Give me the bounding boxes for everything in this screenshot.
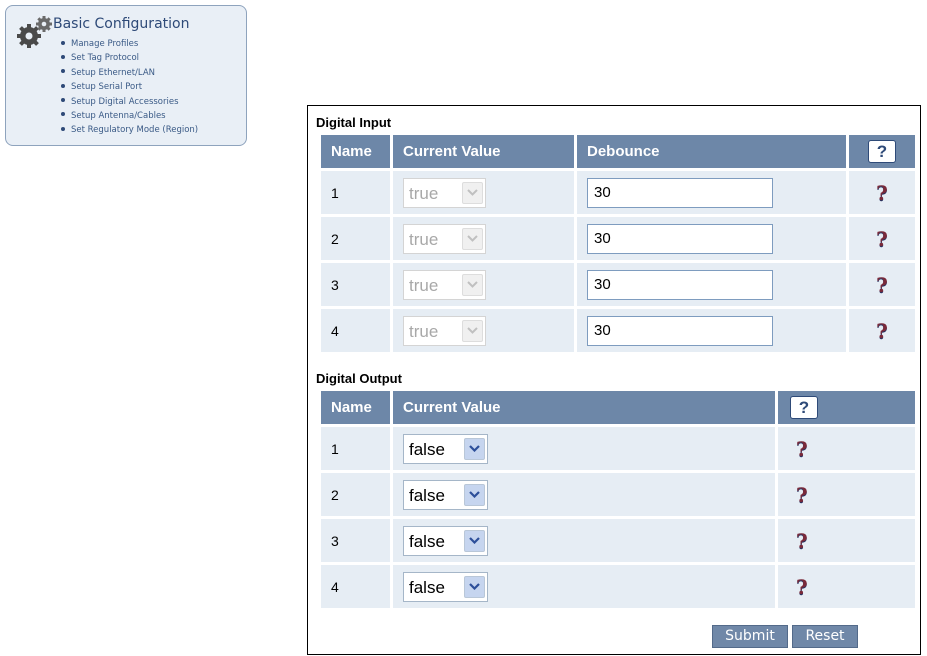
column-header-help: ? (849, 135, 915, 168)
nav-item-label[interactable]: Setup Antenna/Cables (71, 111, 166, 121)
help-question-icon[interactable]: ? (796, 483, 808, 507)
current-value-select[interactable]: false (403, 479, 488, 510)
help-question-icon[interactable]: ? (876, 319, 888, 343)
nav-list: Manage Profiles Set Tag Protocol Setup E… (61, 37, 198, 138)
input-name-cell: 4 (321, 309, 390, 352)
help-icon[interactable]: ? (790, 396, 818, 419)
column-header-current-value: Current Value (393, 391, 775, 424)
help-question-icon[interactable]: ? (876, 181, 888, 205)
table-row: 2 false ? (321, 473, 915, 516)
digital-input-title: Digital Input (316, 115, 392, 130)
digital-io-form: Digital Input Name Current Value Debounc… (307, 105, 921, 655)
chevron-down-icon (462, 319, 483, 342)
help-question-icon[interactable]: ? (876, 273, 888, 297)
table-header-row: Name Current Value Debounce ? (321, 135, 915, 168)
help-question-icon[interactable]: ? (876, 227, 888, 251)
chevron-down-icon (462, 227, 483, 250)
select-value: true (409, 229, 439, 249)
digital-output-table: Name Current Value ? 1 false ? 2 false ?… (318, 388, 918, 611)
current-value-select: true (403, 177, 486, 208)
select-value: false (409, 577, 445, 597)
input-name-cell: 2 (321, 217, 390, 260)
table-row: 3 true ? (321, 263, 915, 306)
bullet-icon (61, 83, 65, 88)
chevron-down-icon[interactable] (464, 437, 485, 460)
nav-item-setup-serial-port[interactable]: Setup Serial Port (61, 80, 198, 94)
digital-output-title: Digital Output (316, 371, 402, 386)
nav-title: Basic Configuration (53, 16, 190, 32)
current-value-select[interactable]: false (403, 571, 488, 602)
submit-button[interactable]: Submit (712, 625, 788, 648)
nav-item-set-tag-protocol[interactable]: Set Tag Protocol (61, 51, 198, 65)
reset-button[interactable]: Reset (792, 625, 858, 648)
output-name-cell: 3 (321, 519, 390, 562)
bullet-icon (61, 126, 65, 131)
nav-item-label[interactable]: Set Tag Protocol (71, 53, 139, 63)
input-name-cell: 3 (321, 263, 390, 306)
column-header-help: ? (778, 391, 915, 424)
help-icon[interactable]: ? (868, 140, 896, 163)
nav-item-set-regulatory-mode[interactable]: Set Regulatory Mode (Region) (61, 123, 198, 137)
nav-item-label[interactable]: Set Regulatory Mode (Region) (71, 125, 198, 135)
chevron-down-icon[interactable] (464, 483, 485, 506)
debounce-input[interactable] (587, 269, 773, 300)
select-value: false (409, 531, 445, 551)
select-value: true (409, 275, 439, 295)
table-row: 3 false ? (321, 519, 915, 562)
debounce-input[interactable] (587, 223, 773, 254)
digital-input-table: Name Current Value Debounce ? 1 true ? 2… (318, 132, 918, 355)
current-value-select: true (403, 223, 486, 254)
basic-configuration-panel: Basic Configuration Manage Profiles Set … (5, 5, 247, 146)
current-value-select[interactable]: false (403, 433, 488, 464)
gears-icon (17, 16, 52, 48)
table-row: 4 false ? (321, 565, 915, 608)
column-header-debounce: Debounce (577, 135, 846, 168)
select-value: false (409, 439, 445, 459)
output-name-cell: 2 (321, 473, 390, 516)
nav-item-manage-profiles[interactable]: Manage Profiles (61, 37, 198, 51)
nav-item-setup-antenna-cables[interactable]: Setup Antenna/Cables (61, 109, 198, 123)
bullet-icon (61, 54, 65, 59)
nav-item-label[interactable]: Setup Digital Accessories (71, 97, 179, 107)
input-name-cell: 1 (321, 171, 390, 214)
select-value: true (409, 321, 439, 341)
nav-item-setup-ethernet-lan[interactable]: Setup Ethernet/LAN (61, 66, 198, 80)
bullet-icon (61, 69, 65, 74)
help-question-icon[interactable]: ? (796, 575, 808, 599)
current-value-select: true (403, 269, 486, 300)
current-value-select: true (403, 315, 486, 346)
nav-item-label[interactable]: Setup Serial Port (71, 82, 142, 92)
debounce-input[interactable] (587, 315, 773, 346)
debounce-input[interactable] (587, 177, 773, 208)
table-row: 1 false ? (321, 427, 915, 470)
output-name-cell: 4 (321, 565, 390, 608)
help-question-icon[interactable]: ? (796, 437, 808, 461)
bullet-icon (61, 40, 65, 45)
select-value: true (409, 183, 439, 203)
table-row: 4 true ? (321, 309, 915, 352)
bullet-icon (61, 112, 65, 117)
output-name-cell: 1 (321, 427, 390, 470)
chevron-down-icon[interactable] (464, 529, 485, 552)
nav-item-label[interactable]: Setup Ethernet/LAN (71, 68, 155, 78)
select-value: false (409, 485, 445, 505)
table-row: 2 true ? (321, 217, 915, 260)
column-header-name: Name (321, 135, 390, 168)
chevron-down-icon[interactable] (464, 575, 485, 598)
nav-item-setup-digital-accessories[interactable]: Setup Digital Accessories (61, 95, 198, 109)
table-header-row: Name Current Value ? (321, 391, 915, 424)
column-header-name: Name (321, 391, 390, 424)
current-value-select[interactable]: false (403, 525, 488, 556)
bullet-icon (61, 98, 65, 103)
chevron-down-icon (462, 273, 483, 296)
column-header-current-value: Current Value (393, 135, 574, 168)
nav-item-label[interactable]: Manage Profiles (71, 39, 138, 49)
chevron-down-icon (462, 181, 483, 204)
help-question-icon[interactable]: ? (796, 529, 808, 553)
table-row: 1 true ? (321, 171, 915, 214)
